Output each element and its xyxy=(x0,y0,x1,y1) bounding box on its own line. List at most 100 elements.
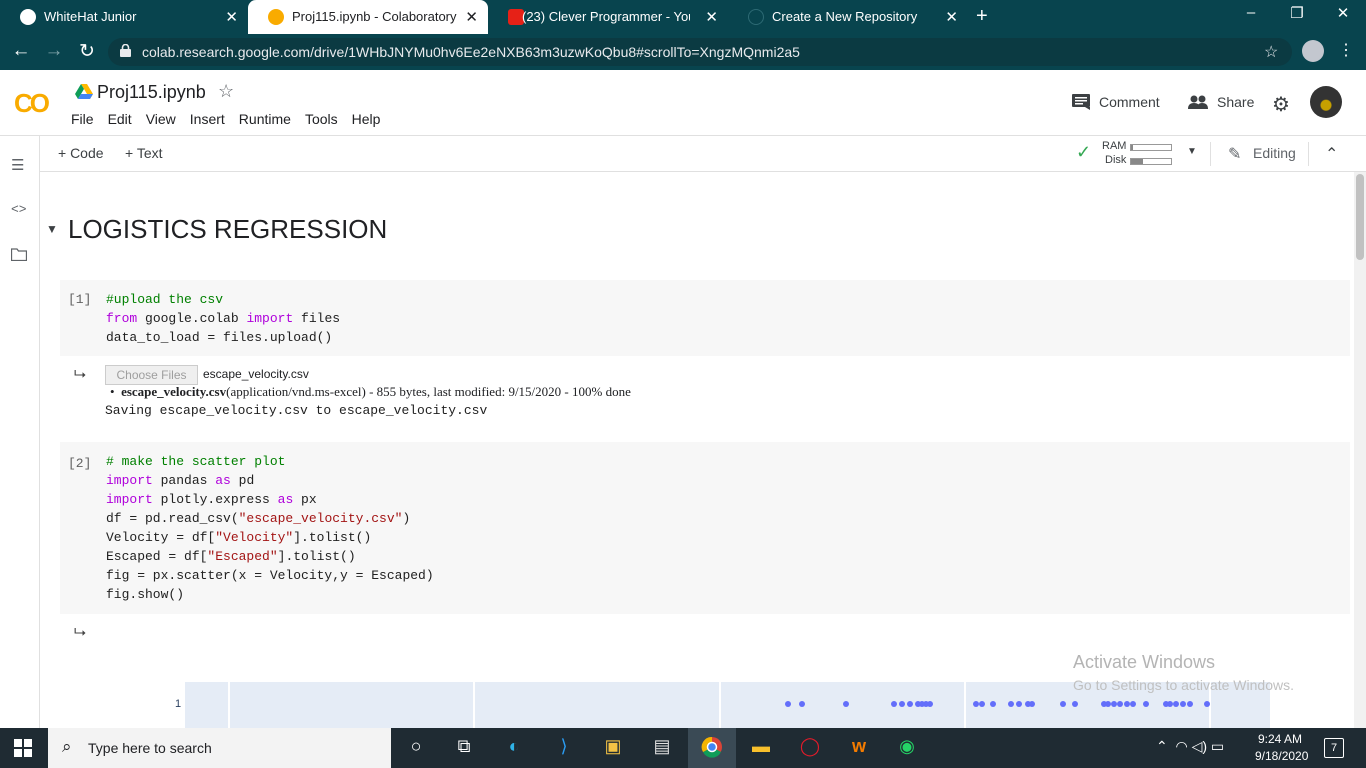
task-view-icon[interactable]: ⧉ xyxy=(451,736,477,760)
minimize-button[interactable]: – xyxy=(1228,4,1274,21)
chrome-browser-icon[interactable] xyxy=(699,736,725,760)
tab-title: WhiteHat Junior xyxy=(44,9,137,24)
colab-logo[interactable]: CO xyxy=(14,88,50,119)
file-explorer-icon[interactable]: ▬ xyxy=(748,736,774,760)
system-tray[interactable]: ⌃ ◠ ◁) ▭ xyxy=(1156,738,1224,755)
tab-create-repository[interactable]: Create a New Repository ✕ xyxy=(728,0,968,34)
url-text: colab.research.google.com/drive/1WHbJNYM… xyxy=(142,44,800,60)
forward-arrow-icon[interactable]: → xyxy=(42,40,66,62)
menu-file[interactable]: File xyxy=(71,111,94,127)
code-snippets-icon[interactable]: <> xyxy=(11,202,27,217)
left-side-rail: ☰ <> xyxy=(0,136,40,728)
ram-disk-indicator[interactable]: RAM Disk ▼ xyxy=(1075,139,1215,169)
tab-title: Create a New Repository xyxy=(772,9,918,24)
tab-youtube[interactable]: (23) Clever Programmer - YouTub ✕ xyxy=(488,0,728,34)
plot-gridline xyxy=(964,682,966,728)
close-tab-icon[interactable]: ✕ xyxy=(225,8,238,26)
execution-count: [1] xyxy=(68,292,92,307)
scatter-point xyxy=(1130,701,1136,707)
back-arrow-icon[interactable]: ← xyxy=(9,40,33,62)
notification-center-icon[interactable]: 7 xyxy=(1324,738,1344,758)
whatsapp-icon[interactable]: ◉ xyxy=(894,736,920,760)
comment-button[interactable]: Comment xyxy=(1072,94,1160,110)
colab-header: CO Proj115.ipynb ☆ File Edit View Insert… xyxy=(0,70,1366,136)
vscode-icon[interactable]: ⟩ xyxy=(551,736,577,760)
runtime-dropdown-icon[interactable]: ▼ xyxy=(1187,146,1197,157)
menu-view[interactable]: View xyxy=(146,111,176,127)
code-editor[interactable]: # make the scatter plot import pandas as… xyxy=(106,452,434,604)
scatter-point xyxy=(1117,701,1123,707)
tab-colab-notebook[interactable]: Proj115.ipynb - Colaboratory ✕ xyxy=(248,0,488,34)
book-app-icon[interactable]: ▤ xyxy=(649,736,675,760)
notebook-scrollbar[interactable] xyxy=(1354,172,1366,728)
close-tab-icon[interactable]: ✕ xyxy=(705,8,718,26)
ram-label: RAM xyxy=(1102,140,1127,152)
scatter-point xyxy=(1204,701,1210,707)
browser-menu-icon[interactable]: ⋮ xyxy=(1338,40,1354,60)
tab-title: Proj115.ipynb - Colaboratory xyxy=(292,9,457,24)
close-tab-icon[interactable]: ✕ xyxy=(945,8,958,26)
comment-label: Comment xyxy=(1099,94,1160,110)
clock-date[interactable]: 9/18/2020 xyxy=(1255,749,1308,763)
saving-message: Saving escape_velocity.csv to escape_vel… xyxy=(105,403,488,418)
reload-icon[interactable]: ↻ xyxy=(75,40,99,63)
edge-browser-icon[interactable]: ◐ xyxy=(501,736,527,760)
google-drive-icon[interactable] xyxy=(75,84,93,100)
lock-icon xyxy=(120,44,131,57)
output-icon[interactable]: ⮡ xyxy=(74,624,86,641)
table-of-contents-icon[interactable]: ☰ xyxy=(11,156,24,174)
toolbar-divider xyxy=(1308,142,1309,166)
maximize-button[interactable]: ❐ xyxy=(1274,4,1320,22)
code-editor[interactable]: #upload the csv from google.colab import… xyxy=(106,290,340,347)
share-label: Share xyxy=(1217,94,1255,110)
cortana-icon[interactable]: ○ xyxy=(403,736,429,760)
add-code-button[interactable]: + Code xyxy=(58,145,104,161)
output-icon[interactable]: ⮡ xyxy=(74,366,86,383)
search-placeholder: Type here to search xyxy=(88,740,212,756)
settings-gear-icon[interactable]: ⚙ xyxy=(1272,92,1290,117)
star-icon[interactable]: ☆ xyxy=(218,81,234,102)
files-folder-icon[interactable] xyxy=(10,248,28,265)
add-text-button[interactable]: + Text xyxy=(125,145,163,161)
taskbar-search-box[interactable]: ⌕ Type here to search xyxy=(48,728,391,768)
chosen-file-name: escape_velocity.csv xyxy=(203,367,309,381)
code-cell[interactable]: [1] #upload the csv from google.colab im… xyxy=(60,280,1350,356)
close-tab-icon[interactable]: ✕ xyxy=(465,8,478,26)
choose-files-button[interactable]: Choose Files xyxy=(105,365,198,385)
share-button[interactable]: Share xyxy=(1188,94,1254,110)
menu-runtime[interactable]: Runtime xyxy=(239,111,291,127)
windows-start-icon[interactable] xyxy=(14,739,32,757)
menu-insert[interactable]: Insert xyxy=(190,111,225,127)
code-cell[interactable]: [2] # make the scatter plot import panda… xyxy=(60,442,1350,614)
editing-mode-label[interactable]: Editing xyxy=(1253,145,1296,161)
clock-time[interactable]: 9:24 AM xyxy=(1258,732,1302,746)
upload-status: • escape_velocity.csv(application/vnd.ms… xyxy=(110,384,631,399)
scatter-point xyxy=(927,701,933,707)
whitehat-favicon-icon xyxy=(20,9,36,25)
collapse-header-icon[interactable]: ⌃ xyxy=(1325,144,1338,164)
browser-tab-strip: WhiteHat Junior ✕ Proj115.ipynb - Colabo… xyxy=(0,0,1366,34)
url-omnibox[interactable]: colab.research.google.com/drive/1WHbJNYM… xyxy=(108,38,1292,66)
people-icon xyxy=(1188,95,1208,109)
scroll-thumb[interactable] xyxy=(1356,174,1364,260)
profile-avatar[interactable] xyxy=(1302,40,1324,62)
microsoft-store-icon[interactable]: ▣ xyxy=(600,736,626,760)
ram-fill xyxy=(1131,145,1133,150)
user-avatar[interactable] xyxy=(1310,86,1342,118)
office-app-icon[interactable]: w xyxy=(846,736,872,760)
menu-edit[interactable]: Edit xyxy=(108,111,132,127)
tab-title: (23) Clever Programmer - YouTub xyxy=(522,9,690,24)
menu-help[interactable]: Help xyxy=(352,111,381,127)
scatter-point xyxy=(1008,701,1014,707)
new-tab-button[interactable]: + xyxy=(976,5,988,28)
close-window-button[interactable]: ✕ xyxy=(1320,4,1366,22)
bookmark-star-icon[interactable]: ☆ xyxy=(1264,42,1278,62)
section-collapse-arrow-icon[interactable]: ▼ xyxy=(46,222,58,236)
scatter-point xyxy=(785,701,791,707)
menu-tools[interactable]: Tools xyxy=(305,111,338,127)
opera-browser-icon[interactable]: ◯ xyxy=(797,736,823,760)
scatter-point xyxy=(799,701,805,707)
tab-whitehat-junior[interactable]: WhiteHat Junior ✕ xyxy=(0,0,248,34)
notebook-title[interactable]: Proj115.ipynb xyxy=(97,82,206,103)
upload-detail: (application/vnd.ms-excel) - 855 bytes, … xyxy=(226,384,631,399)
